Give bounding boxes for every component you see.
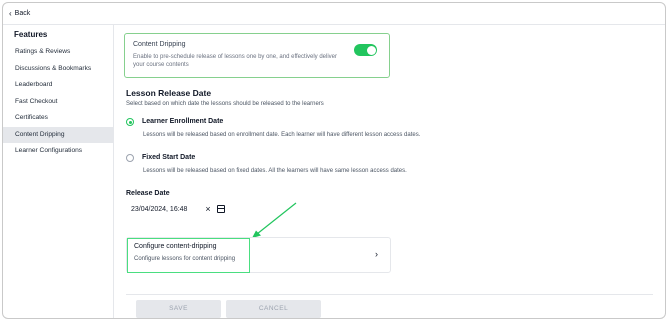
top-bar: ‹ Back (3, 3, 665, 25)
release-section-title: Lesson Release Date (126, 88, 212, 98)
option-enrollment-label: Learner Enrollment Date (142, 118, 224, 125)
configure-dripping-highlight[interactable]: Configure content-dripping Configure les… (127, 238, 250, 273)
sidebar-item-certificates[interactable]: Certificates (3, 110, 113, 127)
option-fixed-description: Lessons will be released based on fixed … (143, 168, 407, 174)
sidebar-item-content-dripping[interactable]: Content Dripping (3, 126, 113, 143)
radio-enrollment-date[interactable] (126, 118, 134, 126)
release-date-field[interactable]: 23/04/2024, 16:48 × (126, 203, 236, 215)
content-dripping-title: Content Dripping (133, 41, 186, 48)
option-fixed-start-date[interactable]: Fixed Start Date (126, 154, 195, 162)
option-enrollment-date[interactable]: Learner Enrollment Date (126, 118, 223, 126)
sidebar-item-fast-checkout[interactable]: Fast Checkout (3, 94, 113, 111)
option-fixed-label: Fixed Start Date (142, 154, 196, 161)
main-content: Content Dripping Enable to pre-schedule … (114, 25, 665, 318)
configure-dripping-description: Configure lessons for content dripping (134, 256, 236, 262)
calendar-icon[interactable] (217, 205, 225, 213)
footer-divider (126, 294, 653, 295)
option-enrollment-description: Lessons will be released based on enroll… (143, 132, 421, 138)
sidebar-item-discussions-bookmarks[interactable]: Discussions & Bookmarks (3, 61, 113, 78)
configure-dripping-title: Configure content-dripping (134, 243, 217, 250)
sidebar-item-learner-configurations[interactable]: Learner Configurations (3, 143, 113, 160)
annotation-arrow (252, 202, 297, 238)
cancel-button[interactable]: CANCEL (226, 300, 321, 318)
sidebar-title: Features (14, 30, 48, 39)
content-dripping-description: Enable to pre-schedule release of lesson… (133, 54, 338, 68)
release-section-subtitle: Select based on which date the lessons s… (126, 101, 324, 107)
radio-fixed-start-date[interactable] (126, 154, 134, 162)
features-sidebar: Features Ratings & Reviews Discussions &… (3, 25, 114, 318)
app-window: ‹ Back Features Ratings & Reviews Discus… (2, 2, 666, 319)
content-dripping-toggle[interactable] (354, 44, 377, 56)
sidebar-item-ratings-reviews[interactable]: Ratings & Reviews (3, 44, 113, 61)
sidebar-item-leaderboard[interactable]: Leaderboard (3, 77, 113, 94)
configure-dripping-card[interactable]: Configure content-dripping Configure les… (126, 237, 391, 273)
release-date-label: Release Date (126, 190, 170, 197)
save-button[interactable]: SAVE (136, 300, 221, 318)
toggle-knob (366, 45, 376, 55)
back-label: Back (14, 10, 31, 17)
content-dripping-card: Content Dripping Enable to pre-schedule … (124, 33, 390, 78)
clear-date-icon[interactable]: × (202, 204, 214, 214)
back-button[interactable]: ‹ Back (9, 8, 31, 18)
chevron-right-icon[interactable]: › (375, 249, 378, 259)
chevron-left-icon: ‹ (9, 8, 12, 18)
release-date-value[interactable]: 23/04/2024, 16:48 (126, 206, 202, 213)
